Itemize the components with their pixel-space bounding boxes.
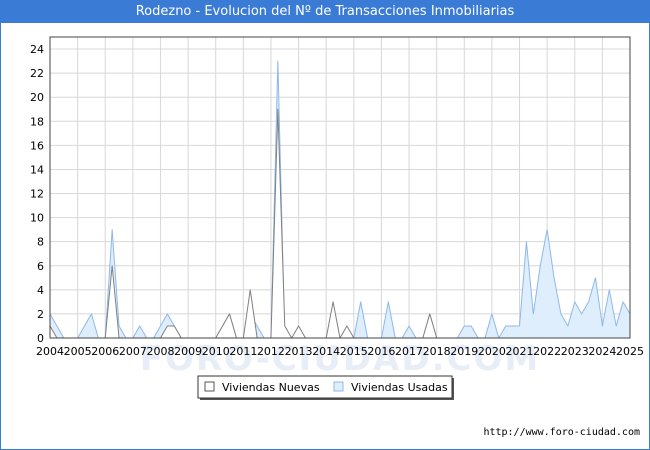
x-tick-label: 2024 — [588, 345, 616, 358]
x-tick-label: 2007 — [119, 345, 147, 358]
y-tick-label: 8 — [37, 236, 44, 249]
x-tick-label: 2025 — [616, 345, 644, 358]
legend: Viviendas Nuevas Viviendas Usadas — [197, 375, 454, 400]
x-tick-label: 2006 — [91, 345, 119, 358]
legend-label-nuevas: Viviendas Nuevas — [222, 381, 320, 394]
y-tick-label: 0 — [37, 332, 44, 345]
x-tick-label: 2018 — [423, 345, 451, 358]
x-tick-label: 2009 — [174, 345, 202, 358]
x-tick-label: 2010 — [202, 345, 230, 358]
y-tick-label: 4 — [37, 284, 44, 297]
chart-canvas: FORO-CIUDAD.COM 024681012141618202224200… — [30, 36, 644, 400]
y-tick-label: 2 — [37, 308, 44, 321]
x-tick-label: 2019 — [450, 345, 478, 358]
y-tick-label: 16 — [30, 139, 44, 152]
x-tick-label: 2008 — [146, 345, 174, 358]
x-tick-label: 2005 — [64, 345, 92, 358]
x-tick-label: 2022 — [533, 345, 561, 358]
x-tick-label: 2017 — [395, 345, 423, 358]
y-tick-label: 18 — [30, 115, 44, 128]
y-tick-label: 12 — [30, 188, 44, 201]
x-tick-label: 2013 — [285, 345, 313, 358]
x-tick-label: 2015 — [340, 345, 368, 358]
y-tick-label: 6 — [37, 260, 44, 273]
x-tick-label: 2012 — [257, 345, 285, 358]
legend-label-usadas: Viviendas Usadas — [351, 381, 448, 394]
x-tick-label: 2016 — [367, 345, 395, 358]
legend-swatch-nuevas — [204, 381, 215, 392]
x-tick-label: 2011 — [229, 345, 257, 358]
y-tick-label: 22 — [30, 67, 44, 80]
x-tick-label: 2020 — [478, 345, 506, 358]
x-tick-label: 2004 — [36, 345, 64, 358]
y-tick-label: 24 — [30, 43, 44, 56]
y-tick-label: 10 — [30, 212, 44, 225]
x-tick-label: 2021 — [506, 345, 534, 358]
y-tick-label: 14 — [30, 163, 44, 176]
x-tick-label: 2023 — [561, 345, 589, 358]
legend-swatch-usadas — [333, 381, 344, 392]
y-tick-label: 20 — [30, 91, 44, 104]
footer-url: http://www.foro-ciudad.com — [483, 427, 640, 438]
x-tick-label: 2014 — [312, 345, 340, 358]
